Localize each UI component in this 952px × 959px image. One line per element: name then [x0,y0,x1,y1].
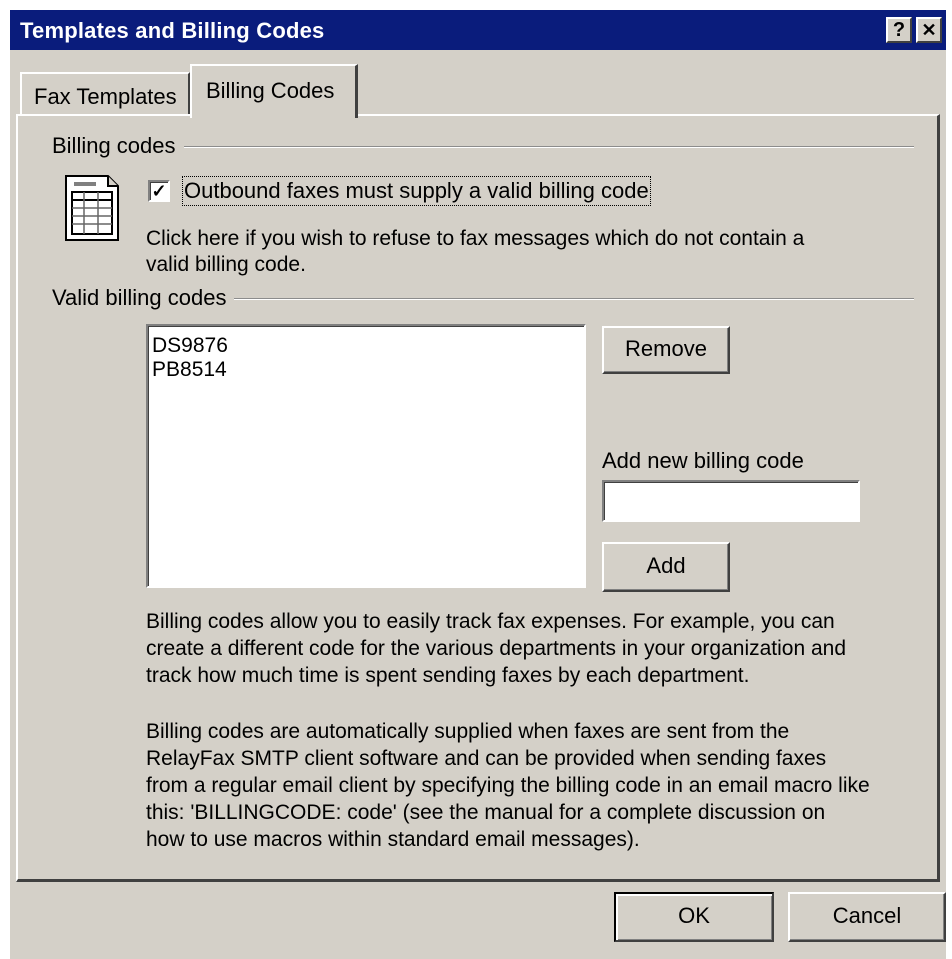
checkbox-help-line2: valid billing code. [146,253,306,276]
description-line: track how much time is spent sending fax… [146,664,750,687]
list-item[interactable]: DS9876 [152,334,584,358]
list-item[interactable]: PB8514 [152,358,584,382]
description-paragraph-1: Billing codes allow you to easily track … [146,608,846,689]
cancel-button-label: Cancel [832,903,902,928]
tab-fax-templates-label: Fax Templates [34,84,177,109]
cancel-button[interactable]: Cancel [788,892,946,942]
description-line: RelayFax SMTP client software and can be… [146,747,827,770]
require-billing-code-checkbox[interactable]: ✓ [148,180,170,202]
tab-billing-codes[interactable]: Billing Codes [190,64,358,118]
remove-button[interactable]: Remove [602,326,730,374]
tab-fax-templates[interactable]: Fax Templates [20,72,190,114]
description-line: Billing codes allow you to easily track … [146,610,835,633]
ok-button-label: OK [678,903,710,928]
billing-codes-list[interactable]: DS9876 PB8514 [146,324,586,588]
ok-button[interactable]: OK [614,892,774,942]
checkbox-help-line1: Click here if you wish to refuse to fax … [146,227,805,250]
description-line: Billing codes are automatically supplied… [146,720,790,743]
add-code-input[interactable] [602,480,860,522]
title-bar[interactable]: Templates and Billing Codes ? ✕ [10,10,946,50]
add-button[interactable]: Add [602,542,730,592]
close-button[interactable]: ✕ [916,17,942,43]
window-title: Templates and Billing Codes [20,18,325,43]
valid-codes-section-label: Valid billing codes [52,285,235,311]
description-line: this: 'BILLINGCODE: code' (see the manua… [146,801,826,824]
spreadsheet-icon [65,175,119,241]
remove-button-label: Remove [625,336,707,361]
description-line: create a different code for the various … [146,637,847,660]
add-code-field-label: Add new billing code [602,448,804,473]
require-billing-code-label[interactable]: Outbound faxes must supply a valid billi… [182,176,651,206]
help-button[interactable]: ? [886,17,912,43]
description-line: from a regular email client by specifyin… [146,774,870,797]
tab-billing-codes-label: Billing Codes [206,78,335,103]
description-paragraph-2: Billing codes are automatically supplied… [146,718,870,853]
description-line: how to use macros within standard email … [146,828,640,851]
billing-codes-section-label: Billing codes [52,133,184,159]
add-button-label: Add [646,553,686,578]
